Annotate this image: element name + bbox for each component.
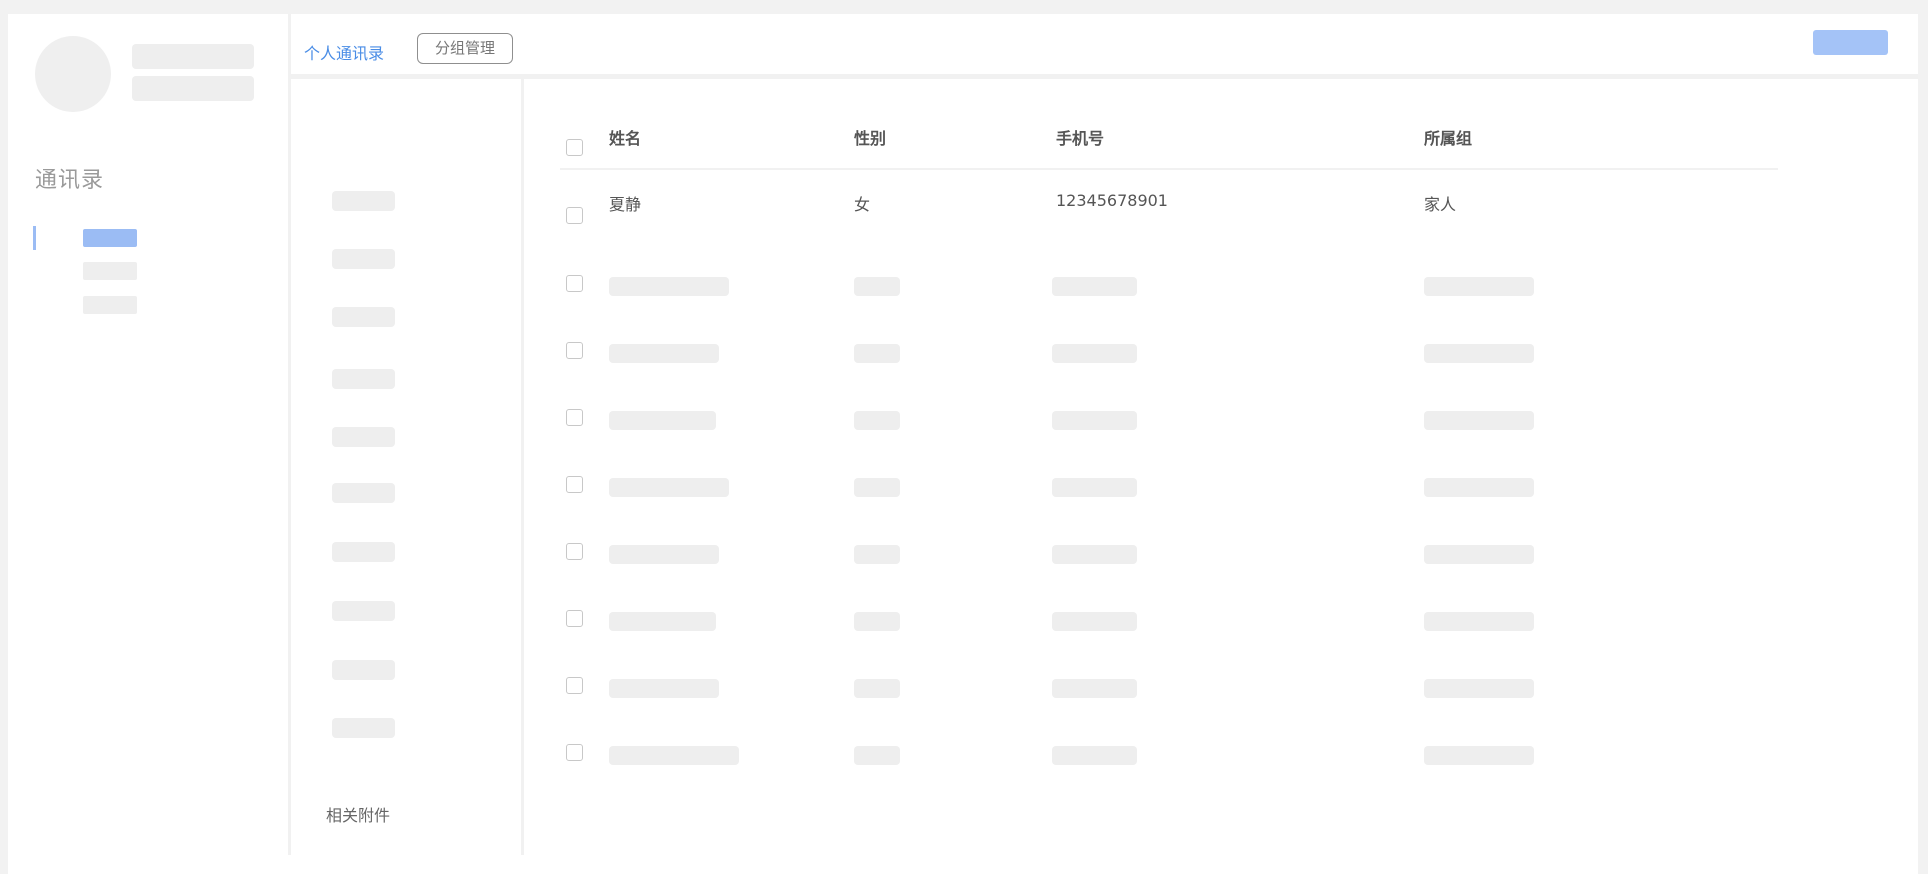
skeleton-cell <box>854 679 900 698</box>
skeleton-cell <box>1052 478 1137 497</box>
group-item[interactable] <box>332 483 395 503</box>
group-item[interactable] <box>332 601 395 621</box>
row-checkbox[interactable] <box>566 543 583 560</box>
top-bar: 个人通讯录 分组管理 <box>291 14 1918 79</box>
skeleton-cell <box>1052 344 1137 363</box>
header-divider <box>560 168 1778 170</box>
column-header-name: 姓名 <box>609 129 642 148</box>
skeleton-cell <box>854 411 900 430</box>
active-nav-indicator <box>33 226 36 250</box>
row-checkbox[interactable] <box>566 275 583 292</box>
column-header-phone: 手机号 <box>1056 129 1105 148</box>
row-checkbox[interactable] <box>566 409 583 426</box>
primary-action-button[interactable] <box>1813 30 1888 55</box>
skeleton-cell <box>1424 612 1534 631</box>
skeleton-cell <box>609 344 719 363</box>
skeleton-cell <box>1424 545 1534 564</box>
group-item[interactable] <box>332 249 395 269</box>
row-checkbox[interactable] <box>566 744 583 761</box>
skeleton-cell <box>1424 478 1534 497</box>
row-checkbox[interactable] <box>566 342 583 359</box>
skeleton-cell <box>609 478 729 497</box>
group-item[interactable] <box>332 191 395 211</box>
group-item[interactable] <box>332 542 395 562</box>
cell-phone: 12345678901 <box>1056 191 1168 210</box>
skeleton-cell <box>854 545 900 564</box>
sidebar-item-active[interactable] <box>83 229 137 247</box>
skeleton-cell <box>1424 746 1534 765</box>
skeleton-cell <box>1052 612 1137 631</box>
skeleton-cell <box>854 612 900 631</box>
skeleton-cell <box>1052 679 1137 698</box>
column-header-gender: 性别 <box>854 129 887 148</box>
row-checkbox[interactable] <box>566 207 583 224</box>
tab-group-management[interactable]: 分组管理 <box>417 33 513 64</box>
skeleton-cell <box>854 746 900 765</box>
group-item[interactable] <box>332 427 395 447</box>
group-item[interactable] <box>332 718 395 738</box>
sidebar-item[interactable] <box>83 296 137 314</box>
row-checkbox[interactable] <box>566 476 583 493</box>
skeleton-cell <box>854 344 900 363</box>
app-window: 通讯录 个人通讯录 分组管理 相关附件 姓名 性别 手机号 所属组 夏静 女 1… <box>8 14 1918 874</box>
skeleton-cell <box>609 679 719 698</box>
skeleton-cell <box>1424 344 1534 363</box>
select-all-checkbox[interactable] <box>566 139 583 156</box>
skeleton-cell <box>1424 679 1534 698</box>
user-name-placeholder <box>132 44 254 69</box>
attachments-link[interactable]: 相关附件 <box>326 802 390 826</box>
skeleton-cell <box>1052 746 1137 765</box>
tab-personal-contacts[interactable]: 个人通讯录 <box>304 40 384 64</box>
skeleton-cell <box>609 746 739 765</box>
contacts-table: 姓名 性别 手机号 所属组 夏静 女 12345678901 家人 <box>524 79 1918 855</box>
skeleton-cell <box>854 277 900 296</box>
group-item[interactable] <box>332 660 395 680</box>
sidebar-title: 通讯录 <box>35 168 105 193</box>
skeleton-cell <box>609 277 729 296</box>
skeleton-cell <box>1052 277 1137 296</box>
sidebar: 通讯录 <box>8 14 291 855</box>
sidebar-item[interactable] <box>83 262 137 280</box>
skeleton-cell <box>854 478 900 497</box>
cell-name: 夏静 <box>609 195 642 214</box>
group-list-panel: 相关附件 <box>291 79 524 855</box>
cell-gender: 女 <box>854 195 871 214</box>
skeleton-cell <box>609 545 719 564</box>
group-item[interactable] <box>332 307 395 327</box>
skeleton-cell <box>1424 411 1534 430</box>
column-header-group: 所属组 <box>1424 129 1473 148</box>
cell-group: 家人 <box>1424 195 1457 214</box>
skeleton-cell <box>609 612 716 631</box>
skeleton-cell <box>609 411 716 430</box>
skeleton-cell <box>1052 545 1137 564</box>
row-checkbox[interactable] <box>566 610 583 627</box>
avatar[interactable] <box>35 36 111 112</box>
skeleton-cell <box>1052 411 1137 430</box>
row-checkbox[interactable] <box>566 677 583 694</box>
skeleton-cell <box>1424 277 1534 296</box>
user-info-placeholder <box>132 76 254 101</box>
group-item[interactable] <box>332 369 395 389</box>
